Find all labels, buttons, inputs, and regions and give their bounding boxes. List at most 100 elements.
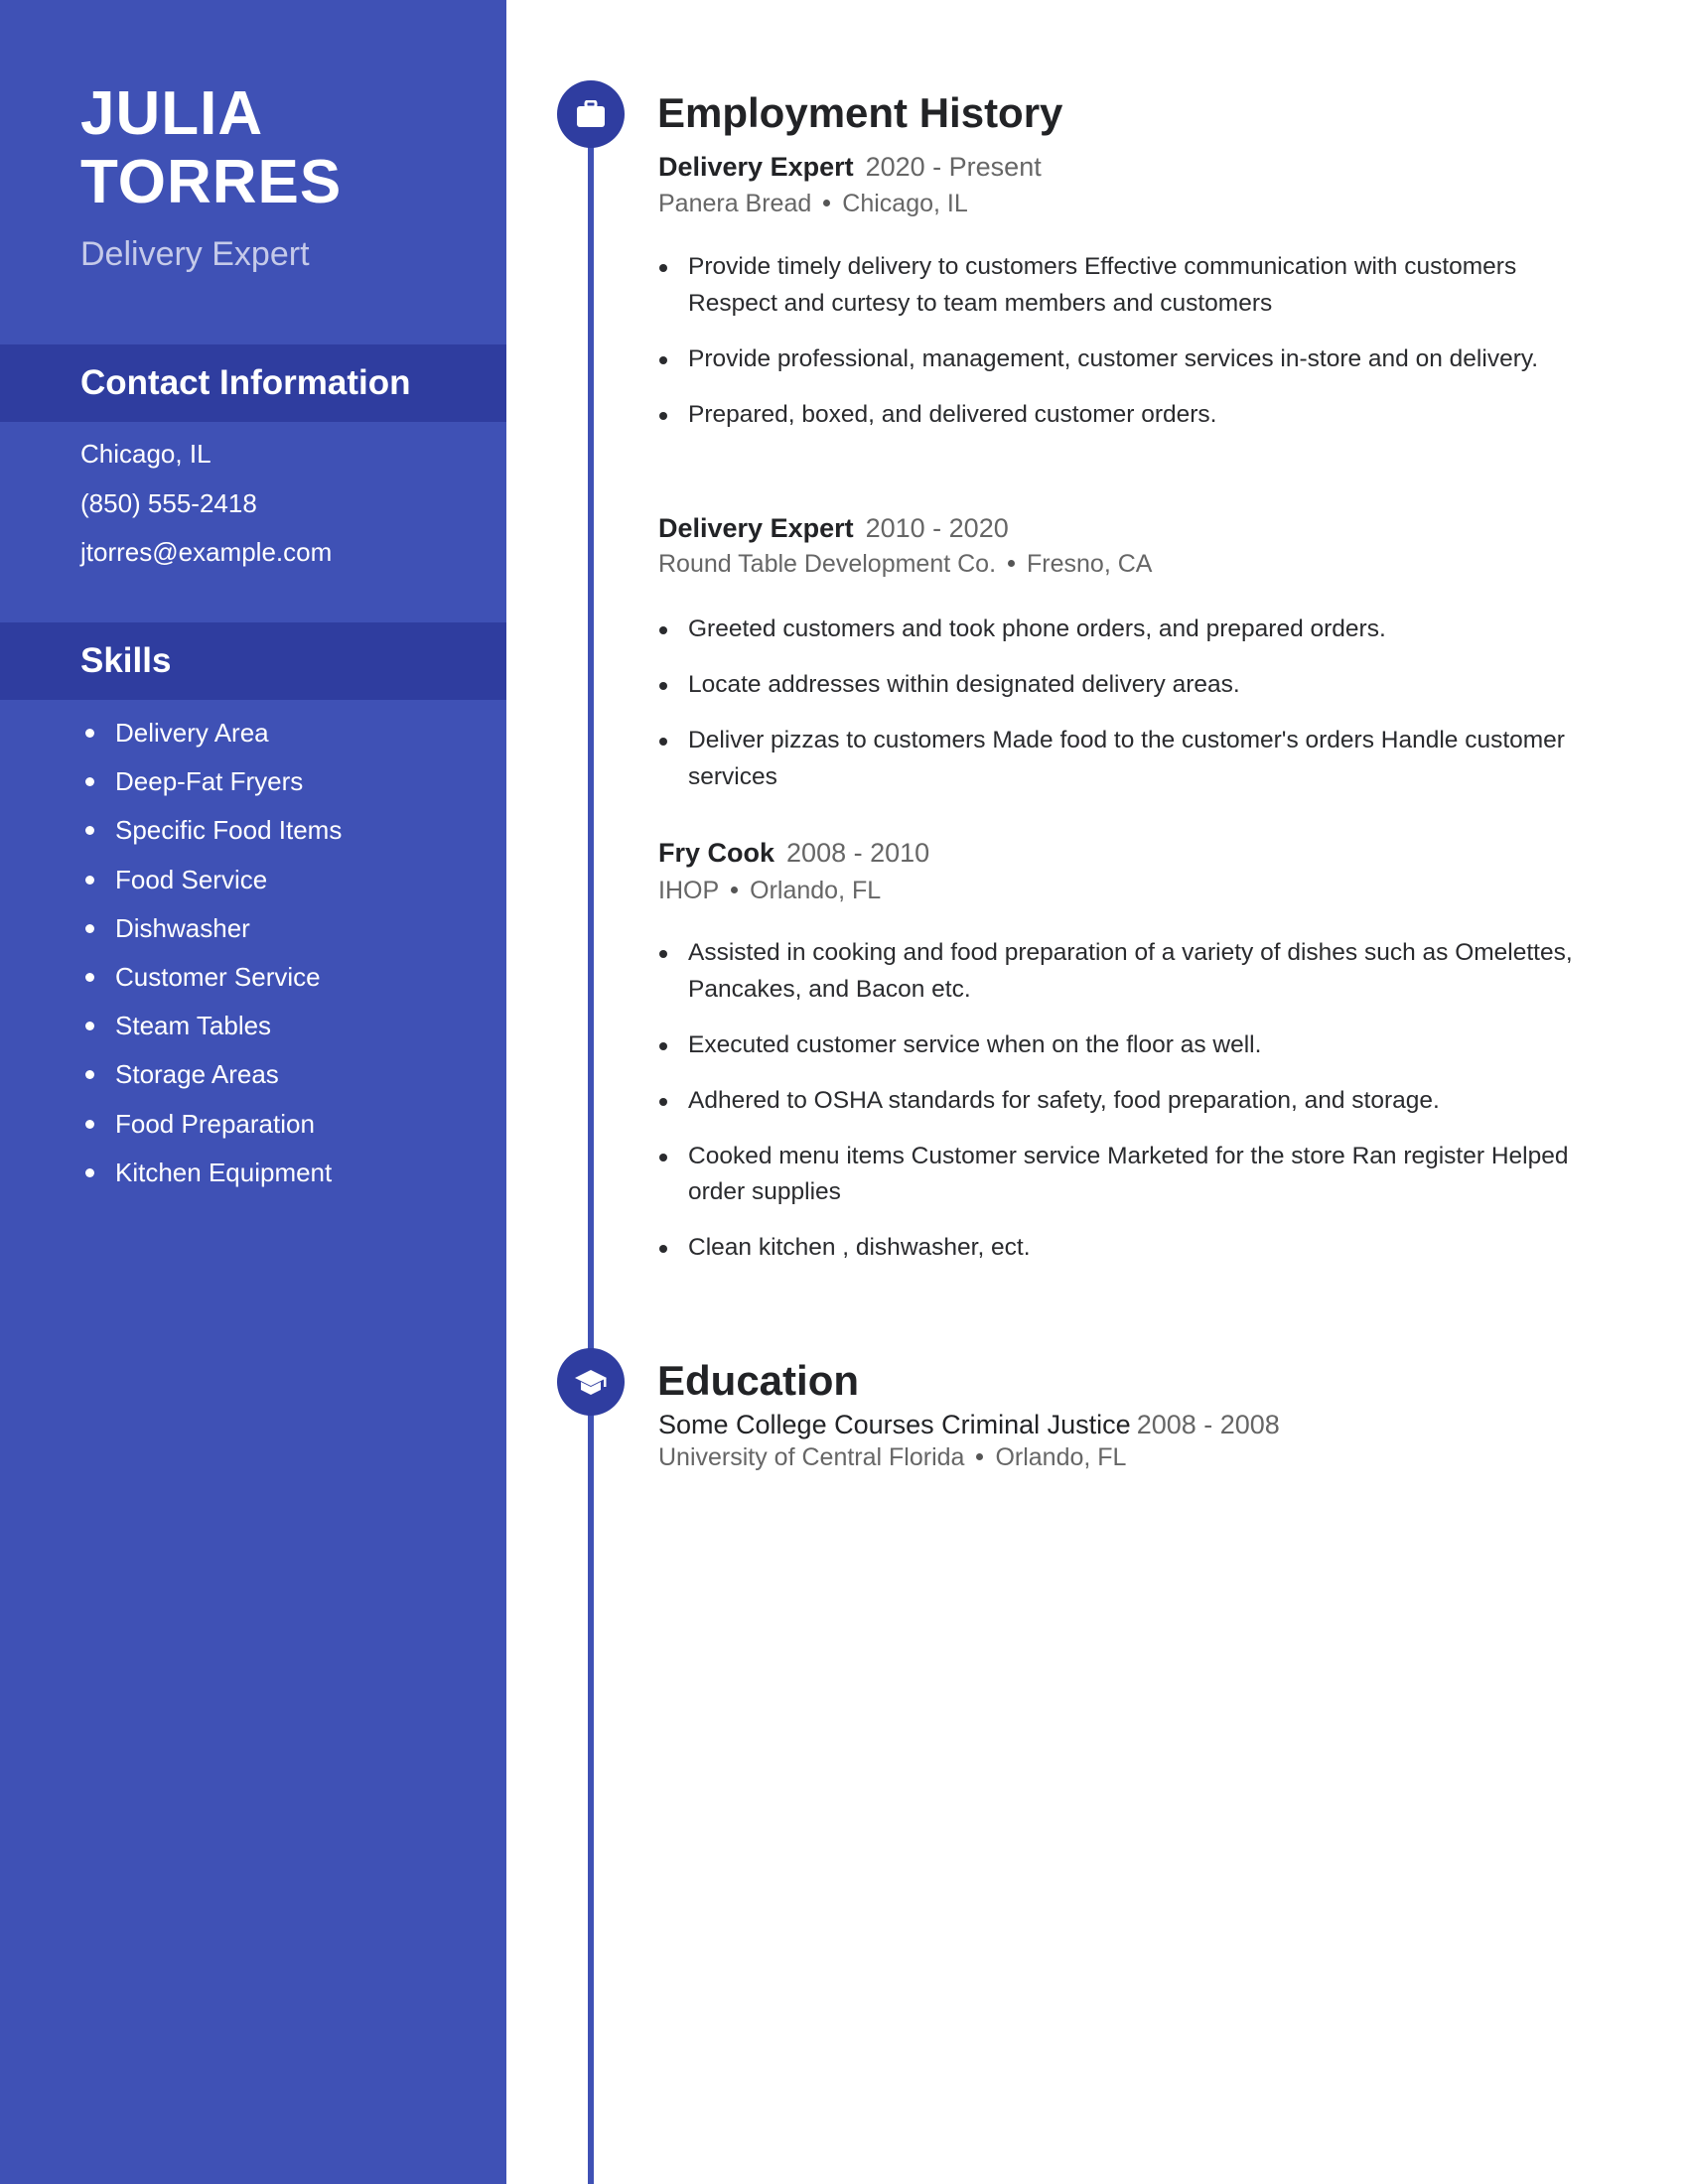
skill-item: Dishwasher	[80, 913, 342, 962]
job-header: Delivery Expert 2020 - Present	[658, 151, 1042, 183]
education-school: University of Central Florida	[658, 1443, 965, 1471]
bullet-text: Clean kitchen , dishwasher, ect.	[688, 1234, 1031, 1261]
job-bullet: Provide timely delivery to customers Eff…	[659, 249, 1583, 322]
job-company-location: Panera Bread Chicago, IL	[658, 189, 968, 218]
bullet-icon	[659, 1097, 667, 1106]
job-header: Fry Cook 2008 - 2010	[658, 837, 929, 869]
job-bullet: Locate addresses within designated deliv…	[659, 667, 1583, 704]
skill-label: Customer Service	[115, 961, 321, 992]
job-company: Round Table Development Co.	[658, 550, 997, 578]
skill-label: Steam Tables	[115, 1011, 272, 1041]
job-bullet: Deliver pizzas to customers Made food to…	[659, 723, 1583, 795]
bullet-icon	[659, 682, 667, 690]
bullet-text: Executed customer service when on the fl…	[688, 1030, 1262, 1058]
employment-section-marker	[557, 80, 625, 148]
job-dates: 2020 - Present	[865, 152, 1042, 182]
education-school-location: University of Central Florida Orlando, FL	[658, 1442, 1126, 1472]
skill-item: Food Service	[80, 865, 342, 913]
contact-location: Chicago, IL	[80, 439, 211, 469]
bullet-icon	[85, 972, 94, 982]
bullet-text: Provide professional, management, custom…	[688, 344, 1539, 372]
job-dates: 2010 - 2020	[865, 513, 1009, 543]
employment-heading: Employment History	[657, 89, 1063, 136]
skills-heading: Skills	[80, 641, 172, 680]
skill-item: Food Preparation	[80, 1109, 342, 1158]
skill-item: Kitchen Equipment	[80, 1158, 342, 1206]
job-location: Orlando, FL	[750, 877, 882, 904]
candidate-headline: Delivery Expert	[80, 235, 310, 273]
skill-item: Storage Areas	[80, 1059, 342, 1108]
bullet-text: Prepared, boxed, and delivered customer …	[688, 400, 1217, 428]
skill-label: Storage Areas	[115, 1059, 279, 1090]
separator-dot-icon	[731, 886, 739, 893]
last-name: TORRES	[80, 148, 343, 216]
job-bullet: Greeted customers and took phone orders,…	[659, 612, 1583, 648]
bullet-icon	[659, 950, 667, 958]
separator-dot-icon	[823, 199, 831, 206]
bullet-icon	[85, 923, 94, 933]
contact-phone[interactable]: (850) 555-2418	[80, 488, 257, 518]
job-location: Chicago, IL	[842, 190, 968, 217]
sidebar: JULIA TORRES Delivery Expert Contact Inf…	[0, 0, 506, 2184]
skills-heading-band: Skills	[0, 622, 506, 700]
bullet-icon	[659, 411, 667, 420]
job-company: IHOP	[658, 877, 720, 904]
first-name: JULIA	[80, 79, 264, 148]
education-location: Orlando, FL	[995, 1443, 1127, 1471]
briefcase-icon	[577, 100, 605, 127]
skill-label: Kitchen Equipment	[115, 1157, 333, 1187]
job-dates: 2008 - 2010	[786, 838, 930, 868]
skill-item: Specific Food Items	[80, 815, 342, 864]
bullet-icon	[659, 1153, 667, 1161]
job-company-location: IHOP Orlando, FL	[658, 876, 881, 905]
job-header: Delivery Expert 2010 - 2020	[658, 512, 1009, 544]
skill-item: Deep-Fat Fryers	[80, 766, 342, 815]
separator-dot-icon	[976, 1452, 984, 1460]
education-dates: 2008 - 2008	[1136, 1410, 1280, 1439]
bullet-icon	[85, 1022, 94, 1031]
skill-label: Deep-Fat Fryers	[115, 766, 304, 797]
bullet-icon	[659, 626, 667, 634]
skill-item: Customer Service	[80, 962, 342, 1011]
bullet-icon	[85, 729, 94, 738]
bullet-icon	[659, 738, 667, 746]
job-role: Fry Cook	[658, 838, 775, 868]
education-heading: Education	[657, 1357, 860, 1404]
skill-label: Food Preparation	[115, 1108, 315, 1139]
skill-label: Dishwasher	[115, 912, 250, 943]
job-bullet: Cooked menu items Customer service Marke…	[659, 1139, 1583, 1211]
skill-item: Steam Tables	[80, 1011, 342, 1059]
skill-label: Specific Food Items	[115, 815, 343, 846]
bullet-text: Provide timely delivery to customers Eff…	[688, 253, 1517, 317]
bullet-icon	[85, 1070, 94, 1080]
bullet-icon	[659, 264, 667, 272]
contact-heading-band: Contact Information	[0, 344, 506, 422]
skills-list: Delivery Area Deep-Fat Fryers Specific F…	[80, 718, 342, 1206]
job-bullet: Clean kitchen , dishwasher, ect.	[659, 1230, 1583, 1267]
job-bullet: Executed customer service when on the fl…	[659, 1027, 1583, 1064]
bullet-text: Greeted customers and took phone orders,…	[688, 615, 1386, 642]
job-bullet: Provide professional, management, custom…	[659, 341, 1583, 378]
bullet-icon	[85, 777, 94, 787]
bullet-icon	[85, 1119, 94, 1129]
timeline-line	[588, 114, 594, 2184]
graduation-cap-icon	[575, 1370, 607, 1395]
job-bullets: Greeted customers and took phone orders,…	[659, 612, 1583, 815]
bullet-icon	[85, 875, 94, 885]
job-bullets: Provide timely delivery to customers Eff…	[659, 249, 1583, 453]
skill-label: Food Service	[115, 864, 268, 894]
bullet-text: Deliver pizzas to customers Made food to…	[688, 727, 1565, 790]
bullet-icon	[85, 1167, 94, 1177]
bullet-icon	[85, 826, 94, 836]
skill-item: Delivery Area	[80, 718, 342, 766]
contact-email[interactable]: jtorres@example.com	[80, 537, 332, 567]
bullet-icon	[659, 1245, 667, 1253]
job-bullets: Assisted in cooking and food preparation…	[659, 935, 1583, 1286]
job-role: Delivery Expert	[658, 513, 854, 543]
bullet-text: Locate addresses within designated deliv…	[688, 671, 1240, 698]
skill-label: Delivery Area	[115, 718, 269, 748]
education-section-marker	[557, 1348, 625, 1416]
job-company-location: Round Table Development Co. Fresno, CA	[658, 549, 1152, 579]
bullet-text: Adhered to OSHA standards for safety, fo…	[688, 1086, 1440, 1114]
job-bullet: Assisted in cooking and food preparation…	[659, 935, 1583, 1008]
